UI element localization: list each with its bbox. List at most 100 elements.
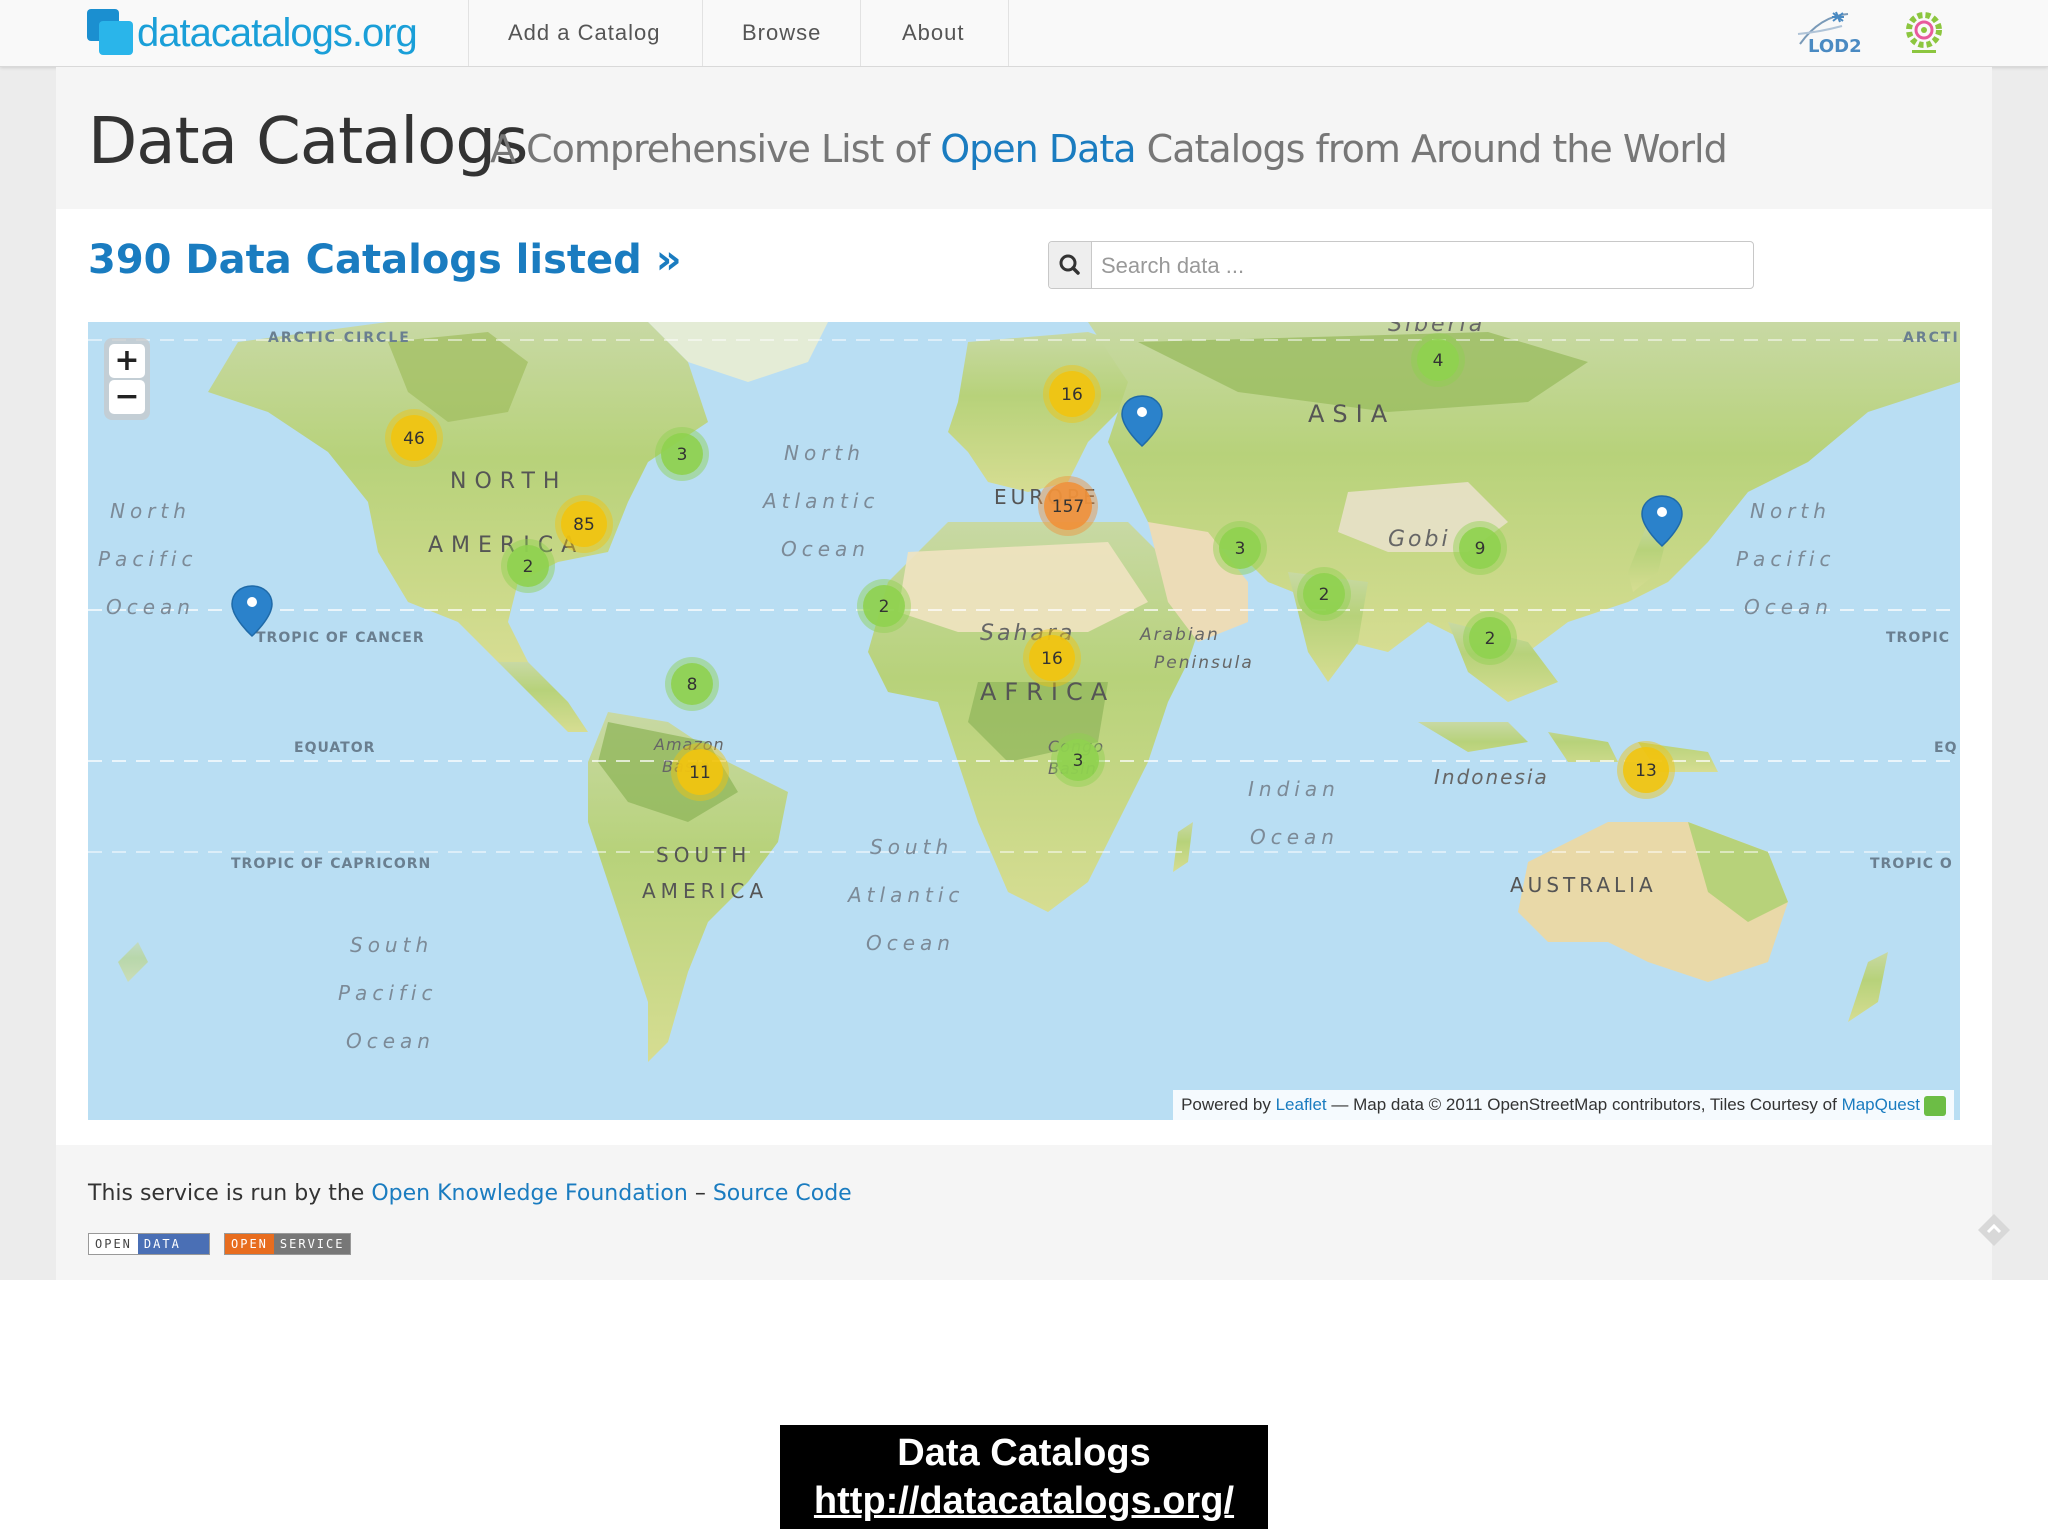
okf-link[interactable]: Open Knowledge Foundation xyxy=(371,1181,688,1206)
cluster-marker-china[interactable]: 9 xyxy=(1453,521,1507,575)
cluster-marker-canada-east[interactable]: 3 xyxy=(655,427,709,481)
attrib-mid: — Map data © 2011 OpenStreetMap contribu… xyxy=(1331,1095,1837,1114)
brand-logo[interactable]: datacatalogs.org xyxy=(87,8,418,58)
search-input[interactable] xyxy=(1093,242,1753,290)
label-equator: EQUATOR xyxy=(294,740,375,756)
hero-unit: Data Catalogs A Comprehensive List of Op… xyxy=(56,67,1992,209)
cluster-marker-west-africa[interactable]: 2 xyxy=(857,579,911,633)
open-service-badge[interactable]: OPEN SERVICE xyxy=(224,1233,352,1255)
label-asia: ASIA xyxy=(1308,400,1395,428)
catalog-count-link[interactable]: 390 Data Catalogs listed » xyxy=(88,237,682,283)
label-south-america-2: AMERICA xyxy=(642,879,768,903)
cluster-marker-india[interactable]: 2 xyxy=(1297,567,1351,621)
lod2-logo-icon[interactable]: LOD2 xyxy=(1790,6,1870,58)
label-n-pacific-l3: Ocean xyxy=(106,595,195,619)
cluster-count: 157 xyxy=(1052,497,1084,517)
cluster-marker-europe-north[interactable]: 16 xyxy=(1043,365,1101,423)
cluster-marker-australia[interactable]: 13 xyxy=(1617,741,1675,799)
cluster-marker-europe[interactable]: 157 xyxy=(1038,476,1098,536)
label-arctic-right: ARCTI xyxy=(1903,330,1960,346)
label-n-pacific-r3: Ocean xyxy=(1744,595,1833,619)
label-s-atlantic-3: Ocean xyxy=(866,931,955,955)
slide-caption: Data Catalogs http://datacatalogs.org/ xyxy=(780,1425,1268,1529)
cluster-marker-south-america[interactable]: 11 xyxy=(671,743,729,801)
cluster-count: 11 xyxy=(689,763,711,783)
label-n-atlantic-2: Atlantic xyxy=(761,489,879,513)
label-north-america-1: NORTH xyxy=(450,469,567,494)
footer-pre: This service is run by the xyxy=(88,1181,365,1206)
label-south-america-1: SOUTH xyxy=(656,843,751,867)
cluster-count: 3 xyxy=(1073,751,1084,771)
cluster-count: 4 xyxy=(1433,351,1444,371)
cluster-marker-north-america-east[interactable]: 85 xyxy=(555,495,613,553)
caption-title: Data Catalogs xyxy=(897,1432,1151,1474)
open-data-highlight: Open Data xyxy=(940,127,1136,171)
cluster-marker-middle-east[interactable]: 3 xyxy=(1213,521,1267,575)
cluster-count: 85 xyxy=(573,515,595,535)
label-n-pacific-l2: Pacific xyxy=(98,547,197,571)
nav-about[interactable]: About xyxy=(902,20,965,46)
label-indian-2: Ocean xyxy=(1250,825,1339,849)
cluster-marker-mexico[interactable]: 2 xyxy=(501,539,555,593)
footer-dash: – xyxy=(694,1181,706,1206)
label-s-atlantic-1: South xyxy=(870,835,953,859)
cluster-count: 16 xyxy=(1041,649,1063,669)
label-s-pacific-1: South xyxy=(350,933,433,957)
page-subtitle: A Comprehensive List of Open Data Catalo… xyxy=(490,127,1728,171)
partner-logo-icon[interactable] xyxy=(1900,8,1948,56)
world-map[interactable]: ARCTIC CIRCLE ARCTI Siberia ASIA NORTH A… xyxy=(88,322,1960,1120)
label-arabian-1: Arabian xyxy=(1139,625,1220,645)
datacatalogs-logo-icon xyxy=(87,9,135,57)
cluster-count: 2 xyxy=(879,597,890,617)
cluster-count: 8 xyxy=(687,675,698,695)
open-data-badge[interactable]: OPEN DATA xyxy=(88,1233,210,1255)
cluster-count: 3 xyxy=(677,445,688,465)
svg-text:LOD2: LOD2 xyxy=(1808,36,1862,57)
cluster-count: 16 xyxy=(1061,385,1083,405)
mapquest-icon xyxy=(1924,1095,1946,1116)
source-code-link[interactable]: Source Code xyxy=(713,1181,852,1206)
label-tropic-right: TROPIC xyxy=(1886,630,1950,646)
subtitle-post: Catalogs from Around the World xyxy=(1146,127,1728,171)
nav-add-catalog[interactable]: Add a Catalog xyxy=(508,20,660,46)
cluster-count: 2 xyxy=(1319,585,1330,605)
zoom-in-button[interactable]: + xyxy=(109,344,145,378)
label-tropic-cancer: TROPIC OF CANCER xyxy=(256,630,425,646)
label-australia: AUSTRALIA xyxy=(1510,873,1657,897)
badge1-b: DATA xyxy=(137,1234,209,1254)
cluster-count: 3 xyxy=(1235,539,1246,559)
badge2-b: SERVICE xyxy=(273,1234,351,1254)
label-n-pacific-r2: Pacific xyxy=(1736,547,1835,571)
cluster-count: 9 xyxy=(1475,539,1486,559)
badge2-a: OPEN xyxy=(225,1234,274,1254)
nav-browse[interactable]: Browse xyxy=(742,20,821,46)
cluster-marker-south-africa[interactable]: 3 xyxy=(1051,733,1105,787)
zoom-out-button[interactable]: − xyxy=(109,380,145,414)
cluster-marker-north-america-west[interactable]: 46 xyxy=(385,409,443,467)
label-tropic-cap-right: TROPIC O xyxy=(1870,856,1953,872)
label-gobi: Gobi xyxy=(1388,527,1451,552)
mapquest-link[interactable]: MapQuest xyxy=(1842,1095,1920,1114)
cluster-count: 46 xyxy=(403,429,425,449)
leaflet-link[interactable]: Leaflet xyxy=(1276,1095,1327,1114)
cluster-marker-indonesia[interactable]: 2 xyxy=(1463,611,1517,665)
cluster-marker-siberia[interactable]: 4 xyxy=(1411,333,1465,387)
map-attribution: Powered by Leaflet — Map data © 2011 Ope… xyxy=(1173,1090,1954,1120)
navbar: datacatalogs.org Add a Catalog Browse Ab… xyxy=(0,0,2048,67)
subtitle-pre: A Comprehensive List of xyxy=(490,127,930,171)
label-equator-right: EQ xyxy=(1934,740,1957,756)
label-indian-1: Indian xyxy=(1248,777,1340,801)
label-s-pacific-2: Pacific xyxy=(338,981,437,1005)
search-icon[interactable] xyxy=(1049,242,1092,288)
cluster-marker-central-africa[interactable]: 16 xyxy=(1023,629,1081,687)
label-n-pacific-r1: North xyxy=(1750,499,1831,523)
badge1-a: OPEN xyxy=(89,1234,138,1254)
footer-text: This service is run by the Open Knowledg… xyxy=(88,1181,852,1206)
footer: This service is run by the Open Knowledg… xyxy=(56,1145,1992,1280)
caption-url[interactable]: http://datacatalogs.org/ xyxy=(780,1477,1268,1525)
cluster-marker-amazon[interactable]: 8 xyxy=(665,657,719,711)
cluster-count: 2 xyxy=(523,557,534,577)
label-s-atlantic-2: Atlantic xyxy=(846,883,964,907)
scroll-top-icon[interactable] xyxy=(1976,1212,2012,1248)
cluster-count: 13 xyxy=(1635,761,1657,781)
